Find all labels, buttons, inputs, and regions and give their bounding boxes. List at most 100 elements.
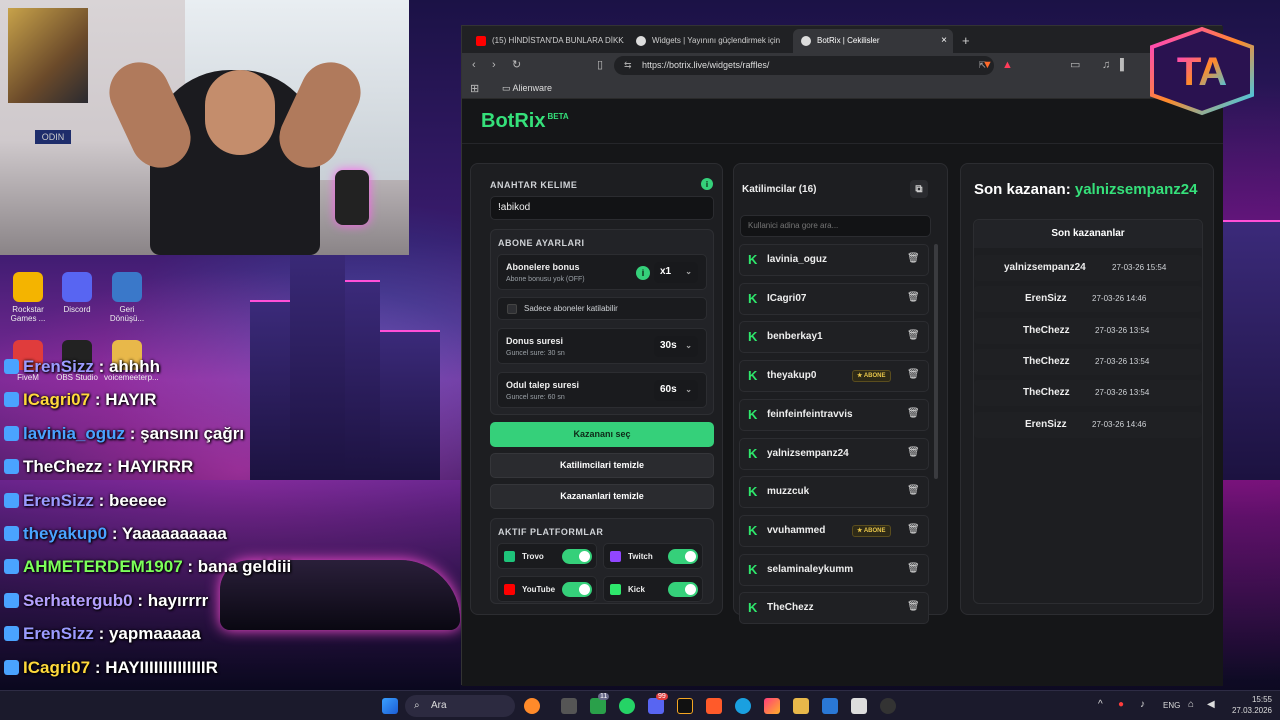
trash-icon[interactable]: 🗑 (907, 563, 920, 577)
info-icon[interactable]: i (636, 266, 650, 280)
media-icon[interactable]: ♫ (1102, 59, 1110, 71)
winner-date: 27-03-26 13:54 (1095, 325, 1150, 335)
address-bar[interactable]: ⇆ https://botrix.live/widgets/raffles/ ⇱ (614, 56, 994, 75)
mail-icon[interactable] (822, 698, 838, 714)
trash-icon[interactable]: 🗑 (907, 524, 920, 538)
copy-icon[interactable]: ⧉ (910, 180, 928, 198)
whatsapp-icon[interactable] (619, 698, 635, 714)
reader-mode-icon[interactable]: ▭ (1070, 59, 1080, 71)
participant-name: benberkay1 (767, 331, 823, 343)
new-tab-button[interactable]: + (958, 29, 980, 53)
spin-duration-select[interactable]: 30s ⌄ (654, 336, 698, 357)
site-info-icon[interactable]: ⇆ (624, 56, 632, 75)
platform-name: Trovo (522, 552, 544, 561)
xbox-icon[interactable]: 11 (590, 693, 610, 714)
botrix-logo[interactable]: BotRix BETA (481, 110, 569, 133)
chat-username: ICagri07 (23, 657, 91, 677)
sub-bonus-select[interactable]: x1 ⌄ (654, 262, 698, 283)
trash-icon[interactable]: 🗑 (907, 601, 920, 615)
bookmark-icon[interactable]: ▯ (597, 59, 603, 71)
tab-widgets[interactable]: Widgets | Yayınını güçlendirmek için (628, 29, 784, 53)
task-view-icon[interactable] (561, 698, 577, 714)
reload-icon[interactable]: ↻ (512, 59, 521, 71)
clear-participants-button[interactable]: Katilimcilari temizle (490, 453, 714, 478)
clear-winners-button[interactable]: Kazananlari temizle (490, 484, 714, 509)
webcam-painting (8, 8, 88, 103)
brave-shields-icon[interactable]: ▼ (982, 59, 993, 71)
obs-icon[interactable] (880, 698, 896, 714)
trash-icon[interactable]: 🗑 (907, 253, 920, 267)
trash-icon[interactable]: 🗑 (907, 292, 920, 306)
participant-row: Ktheyakup0 ★ ABONE 🗑 (739, 360, 929, 393)
platform-toggle[interactable] (668, 582, 698, 597)
trash-icon[interactable]: 🗑 (907, 447, 920, 461)
widget-icon[interactable] (524, 698, 540, 714)
trash-icon[interactable]: 🗑 (907, 330, 920, 344)
network-icon[interactable]: ⌂ (1188, 699, 1194, 710)
desktop-shortcut[interactable]: Discord (54, 272, 100, 314)
kick-icon: K (748, 368, 758, 384)
forward-icon[interactable]: › (492, 59, 496, 71)
discord-icon[interactable]: 99 (648, 693, 668, 714)
chat-badge-icon (4, 559, 19, 575)
trash-icon[interactable]: 🗑 (907, 369, 920, 383)
chat-separator: : (107, 524, 122, 543)
subs-only-checkbox[interactable] (507, 304, 517, 314)
subs-only-row[interactable]: Sadece aboneler katilabilir (497, 297, 707, 320)
chat-badge-icon (4, 459, 19, 475)
tray-app-icon[interactable]: ● (1118, 699, 1124, 710)
back-icon[interactable]: ‹ (472, 59, 476, 71)
brave-rewards-icon[interactable]: ▲ (1002, 59, 1013, 71)
bookmark-alienware[interactable]: ▭ Alienware (502, 83, 552, 94)
chat-username: lavinia_oguz (23, 423, 126, 443)
taskbar-search[interactable]: ⌕ Ara (405, 695, 515, 717)
trash-icon[interactable]: 🗑 (907, 408, 920, 422)
subs-only-label: Sadece aboneler katilabilir (524, 304, 618, 313)
microphone-icon[interactable]: ♪ (1140, 699, 1145, 710)
kick-icon: K (748, 484, 758, 500)
desktop-shortcut[interactable]: Rockstar Games ... (5, 272, 51, 323)
claim-duration-select[interactable]: 60s ⌄ (654, 380, 698, 401)
wallpaper-building (290, 240, 345, 480)
participants-scrollbar[interactable] (934, 244, 938, 479)
trash-icon[interactable]: 🗑 (907, 485, 920, 499)
info-icon[interactable]: i (701, 178, 713, 190)
language-indicator[interactable]: ENG (1163, 701, 1180, 710)
apps-grid-icon[interactable]: ⊞ (470, 83, 479, 95)
winner-row: yalnizsempanz24 27-03-26 15:54 (974, 255, 1202, 281)
pick-winner-button[interactable]: Kazananı seç (490, 422, 714, 447)
keyword-input[interactable]: !abikod (490, 196, 714, 220)
kick-icon: K (748, 522, 758, 538)
chevron-up-icon[interactable]: ^ (1098, 699, 1103, 710)
chevron-down-icon: ⌄ (685, 385, 692, 394)
platform-twitch: Twitch (603, 543, 703, 569)
desktop-shortcut[interactable]: Geri Dönüşü... (104, 272, 150, 323)
spin-title: Donus suresi (506, 336, 564, 346)
chevron-down-icon: ⌄ (685, 341, 692, 350)
webcam-sign: ODIN (35, 130, 71, 144)
chat-text: HAYIIIIIIIIIIIIIIR (105, 657, 218, 677)
platform-toggle[interactable] (562, 549, 592, 564)
platform-toggle[interactable] (562, 582, 592, 597)
participant-row: Kyalnizsempanz24 🗑 (739, 437, 929, 470)
participant-search-input[interactable] (740, 215, 931, 237)
chat-badge-icon (4, 659, 19, 675)
active-platforms: AKTIF PLATFORMLAR Trovo Twitch YouTube Kick (490, 518, 714, 604)
app-icon[interactable] (764, 698, 780, 714)
chat-separator: : (125, 423, 141, 443)
volume-icon[interactable]: ◀ (1207, 699, 1215, 710)
brave-icon[interactable] (706, 698, 722, 714)
tab-youtube[interactable]: (15) HİNDİSTAN'DA BUNLARA DİKKA (468, 29, 624, 53)
platform-toggle[interactable] (668, 549, 698, 564)
close-tab-icon[interactable]: × (941, 29, 947, 53)
start-icon[interactable] (382, 698, 398, 714)
sidebar-icon[interactable]: ▌ (1120, 59, 1128, 71)
file-explorer-icon[interactable] (793, 698, 809, 714)
browser-toolbar: ‹ › ↻ ▯ ⇆ https://botrix.live/widgets/ra… (462, 53, 1223, 78)
participant-name: vvuhammed (767, 524, 826, 536)
terminal-icon[interactable] (677, 698, 693, 714)
edge-icon[interactable] (735, 698, 751, 714)
clock[interactable]: 15:55 27.03.2026 (1226, 694, 1272, 716)
store-icon[interactable] (851, 698, 867, 714)
tab-botrix[interactable]: BotRix | Cekilisler × (793, 29, 953, 53)
